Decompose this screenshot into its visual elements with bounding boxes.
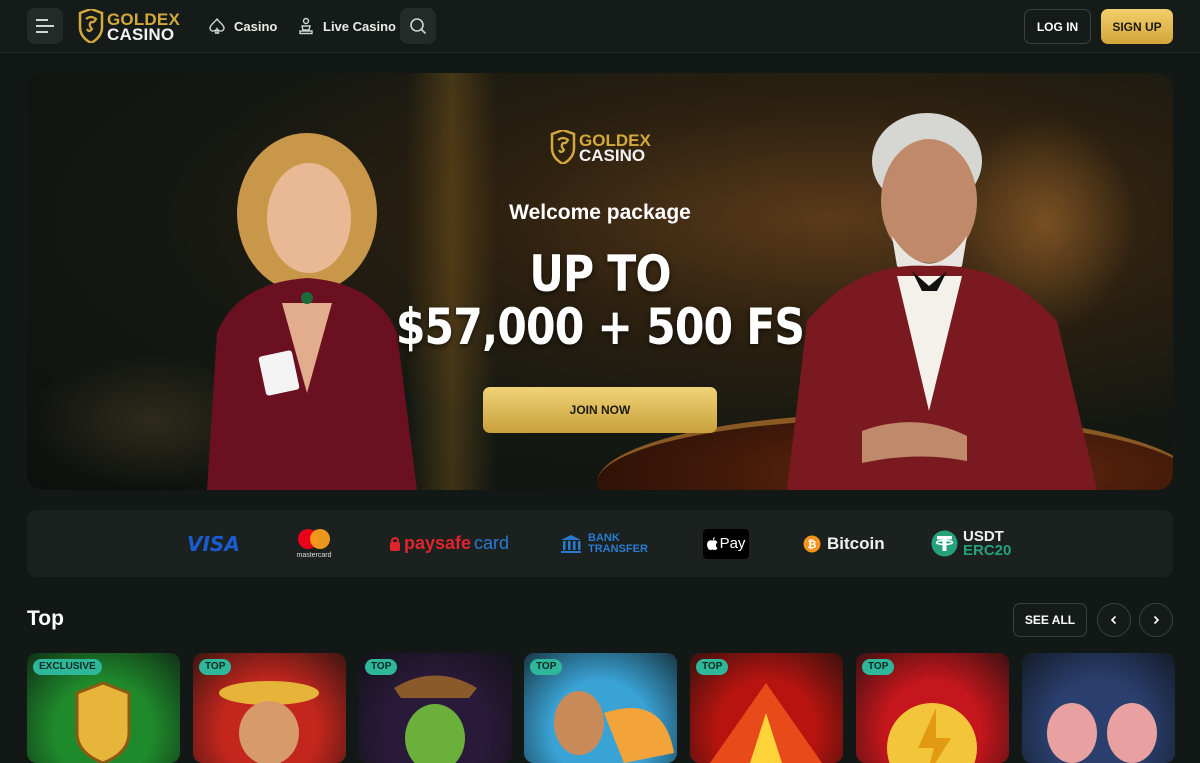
login-button[interactable]: LOG IN xyxy=(1024,9,1091,44)
visa-text: VISA xyxy=(187,531,240,556)
apple-pay-logo: Pay xyxy=(703,510,749,577)
game-tile[interactable] xyxy=(1022,653,1175,763)
game-tile[interactable]: TOP xyxy=(359,653,512,763)
bitcoin-icon: ₿ xyxy=(803,535,821,552)
erc20-text: ERC20 xyxy=(963,541,1012,559)
bank-text: BANK xyxy=(588,531,620,544)
bank-transfer-logo: BANK TRANSFER xyxy=(560,510,648,577)
usdt-logo: USDT ERC20 xyxy=(931,510,1011,577)
lion-shield-icon xyxy=(78,9,104,43)
search-button[interactable] xyxy=(400,8,436,44)
game-tile[interactable]: TOP xyxy=(193,653,346,763)
game-badge: TOP xyxy=(530,659,563,675)
game-badge: TOP xyxy=(862,659,895,675)
banner-logo: GOLDEX CASINO xyxy=(550,130,651,166)
bitcoin-logo: ₿ Bitcoin xyxy=(803,510,885,577)
nav-casino[interactable]: Casino xyxy=(208,14,277,38)
game-badge: TOP xyxy=(365,659,398,675)
prev-button[interactable] xyxy=(1097,603,1131,637)
game-tile[interactable]: TOP xyxy=(856,653,1009,763)
banner-logo-bottom: CASINO xyxy=(579,146,646,165)
top-header: GOLDEX CASINO Casino Live Casino LOG IN … xyxy=(0,0,1200,53)
banner-headline-line2: $57,000 + 500 FS xyxy=(395,298,805,356)
game-tile[interactable]: TOP xyxy=(690,653,843,763)
bitcoin-text: Bitcoin xyxy=(827,533,885,553)
logo-text-bottom: CASINO xyxy=(107,25,175,44)
signup-button[interactable]: SIGN UP xyxy=(1101,9,1173,44)
svg-text:₿: ₿ xyxy=(808,538,817,551)
menu-button[interactable] xyxy=(27,8,63,44)
payment-methods-bar: VISA mastercard paysafe card BANK TRANSFE… xyxy=(27,510,1173,577)
dealer-icon xyxy=(299,17,313,35)
apple-pay-text: Pay xyxy=(719,535,746,552)
apple-icon xyxy=(706,537,718,550)
transfer-text: TRANSFER xyxy=(588,542,648,555)
join-now-button[interactable]: JOIN NOW xyxy=(483,387,717,433)
nav-casino-label: Casino xyxy=(234,18,278,34)
nav-live-casino[interactable]: Live Casino xyxy=(297,14,396,38)
spade-icon xyxy=(209,17,225,34)
hamburger-icon xyxy=(36,19,54,33)
game-tile[interactable]: EXCLUSIVE xyxy=(27,653,180,763)
next-button[interactable] xyxy=(1139,603,1173,637)
tether-icon xyxy=(931,530,958,557)
game-badge: TOP xyxy=(696,659,729,675)
lion-shield-icon xyxy=(550,130,576,164)
paysafecard-logo: paysafe card xyxy=(389,510,509,577)
game-thumbnail-image xyxy=(1047,703,1157,763)
chevron-left-icon xyxy=(1110,615,1117,625)
section-title: Top xyxy=(27,607,64,630)
mastercard-text: mastercard xyxy=(296,552,332,559)
banner-subtitle: Welcome package xyxy=(509,201,691,224)
paysafe-card-text: card xyxy=(474,533,510,553)
nav-live-casino-label: Live Casino xyxy=(323,18,396,34)
see-all-button[interactable]: SEE ALL xyxy=(1013,603,1087,637)
banner-headline-line1: UP TO xyxy=(529,245,671,303)
bank-icon xyxy=(561,534,581,553)
search-icon xyxy=(410,18,427,35)
game-badge: EXCLUSIVE xyxy=(33,659,102,675)
chevron-right-icon xyxy=(1153,615,1160,625)
paysafe-text: paysafe xyxy=(404,533,472,553)
mastercard-icon xyxy=(298,529,330,549)
padlock-icon xyxy=(390,536,400,551)
welcome-banner[interactable]: GOLDEX CASINO Welcome package UP TO $57,… xyxy=(27,73,1173,490)
mastercard-logo: mastercard xyxy=(295,510,333,577)
game-tile[interactable]: TOP xyxy=(524,653,677,763)
site-logo[interactable]: GOLDEX CASINO xyxy=(78,9,180,45)
visa-logo: VISA xyxy=(187,510,240,577)
game-badge: TOP xyxy=(199,659,232,675)
